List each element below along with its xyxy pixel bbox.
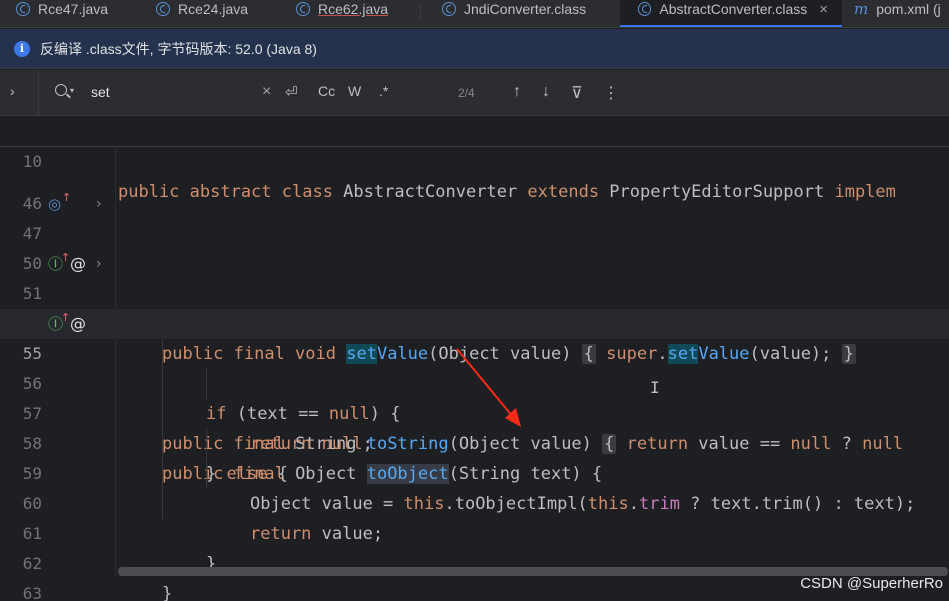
sticky-class-header[interactable]: 10 public abstract class AbstractConvert… <box>0 117 949 202</box>
tab-jndiconverter[interactable]: JndiConverter.class <box>420 0 620 27</box>
match-count: 2/4 <box>458 86 475 100</box>
regex-toggle[interactable]: .* <box>379 83 388 99</box>
code-line: 58 } else { <box>0 399 949 484</box>
tab-label: Rce24.java <box>178 1 249 17</box>
fold-chevron-icon[interactable]: › <box>96 249 102 279</box>
decompiler-info-banner: i 反编译 .class文件, 字节码版本: 52.0 (Java 8) <box>0 29 949 69</box>
overrides-icon[interactable]: ◎ <box>48 189 61 219</box>
tab-pom[interactable]: m pom.xml (j <box>842 0 949 27</box>
whole-words-toggle[interactable]: W <box>348 83 361 99</box>
tab-rce24[interactable]: Rce24.java <box>140 0 280 27</box>
class-file-icon <box>296 2 310 16</box>
info-icon: i <box>14 40 30 57</box>
find-bar: › ▾ set × ⏎ Cc W .* 2/4 ↑ ↓ ⊽ ⋮ <box>0 70 949 116</box>
code-line: 61 } <box>0 489 949 574</box>
close-icon[interactable]: × <box>819 1 828 18</box>
override-up-arrow-icon: ↑ <box>61 311 71 324</box>
code-line: 57 return null; <box>0 369 949 454</box>
override-up-arrow-icon: ↑ <box>61 251 71 264</box>
expand-replace-icon[interactable]: › <box>10 83 15 99</box>
code-text: public abstract class AbstractConverter … <box>118 182 896 202</box>
newline-icon[interactable]: ⏎ <box>285 83 298 101</box>
code-line-current: 55 Ⓘ ↑ @ public final Object toObject(St… <box>0 309 949 484</box>
tab-rce47[interactable]: Rce47.java <box>0 0 140 27</box>
tab-label: pom.xml (j <box>876 1 941 17</box>
maven-icon: m <box>854 0 869 18</box>
clear-search-icon[interactable]: × <box>262 83 271 101</box>
annotation-icon[interactable]: @ <box>70 309 86 339</box>
code-line: 51 Ⓘ ↑ @ › public final String toString(… <box>0 249 949 454</box>
divider <box>38 70 39 116</box>
class-file-icon <box>442 2 456 16</box>
search-icon[interactable] <box>55 84 67 96</box>
fold-chevron-icon[interactable]: › <box>96 189 102 219</box>
tab-label: Rce62.java <box>318 1 389 17</box>
watermark: CSDN @SuperherRo <box>800 575 943 592</box>
text-cursor-icon: I <box>650 378 660 397</box>
annotation-icon[interactable]: @ <box>70 249 86 279</box>
code-line: 54 <box>0 279 949 333</box>
filter-icon[interactable]: ⊽ <box>571 83 583 103</box>
override-up-arrow-icon: ↑ <box>62 191 72 204</box>
code-editor[interactable]: 45 } 46 47 ◎ ↑ › public final void setVa… <box>0 117 949 601</box>
code-line: 60 return value; <box>0 459 949 544</box>
tab-label: AbstractConverter.class <box>659 1 808 17</box>
search-history-chevron-icon[interactable]: ▾ <box>70 86 74 95</box>
class-file-icon <box>638 2 652 16</box>
line-number: 10 <box>22 152 42 171</box>
match-case-toggle[interactable]: Cc <box>318 83 335 99</box>
code-line: 50 <box>0 219 949 273</box>
line-number: 63 <box>22 584 42 601</box>
code-line: 59 Object value = this.toObjectImpl(this… <box>0 429 949 514</box>
code-text: } <box>162 584 173 601</box>
banner-text: 反编译 .class文件, 字节码版本: 52.0 (Java 8) <box>40 40 317 57</box>
next-match-icon[interactable]: ↓ <box>542 83 550 101</box>
tab-rce62[interactable]: Rce62.java <box>280 0 420 27</box>
class-file-icon <box>16 2 30 16</box>
tab-label: Rce47.java <box>38 1 109 17</box>
editor-tab-bar: Rce47.java Rce24.java Rce62.java JndiCon… <box>0 0 949 28</box>
class-file-icon <box>156 2 170 16</box>
code-line: 62 } <box>0 519 949 601</box>
more-options-icon[interactable]: ⋮ <box>603 83 619 103</box>
tab-abstractconverter[interactable]: AbstractConverter.class × <box>620 0 842 27</box>
search-input[interactable]: set <box>91 84 110 100</box>
previous-match-icon[interactable]: ↑ <box>513 83 521 101</box>
code-line: 56 if (text == null) { <box>0 339 949 424</box>
tab-label: JndiConverter.class <box>464 1 587 17</box>
